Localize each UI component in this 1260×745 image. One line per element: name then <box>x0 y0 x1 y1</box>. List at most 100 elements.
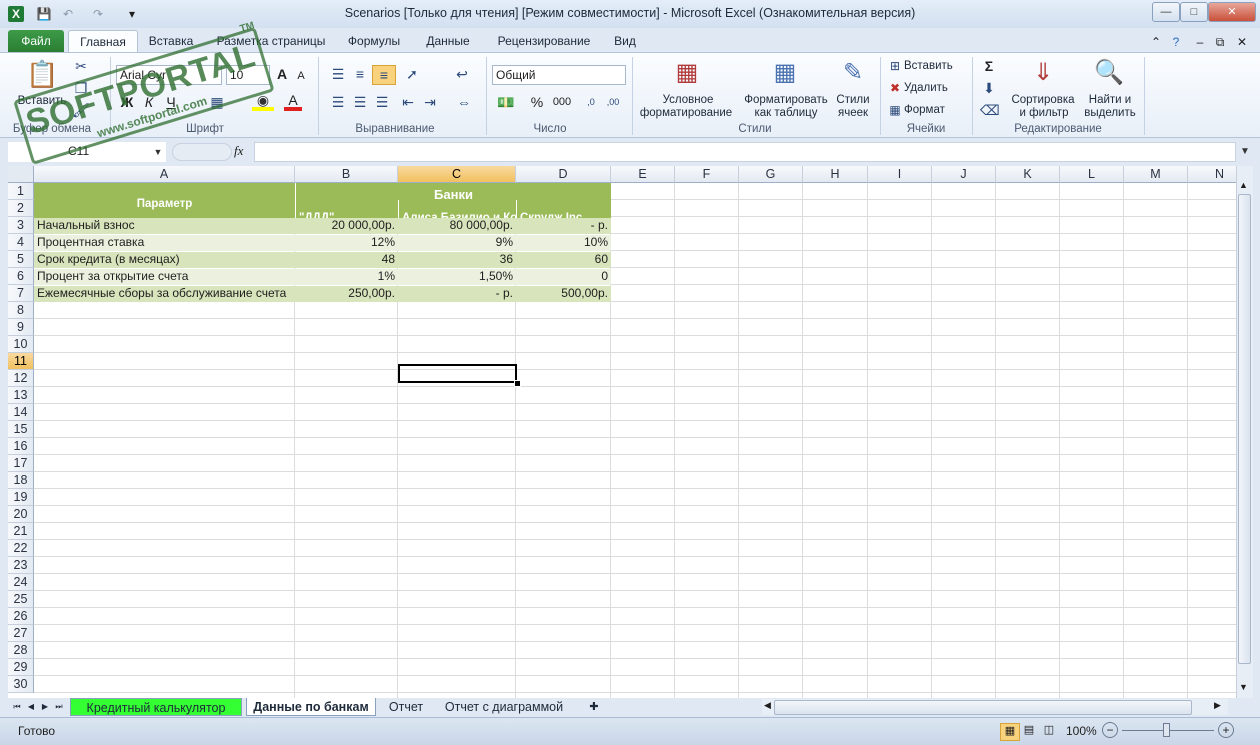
increase-indent-icon[interactable]: ⇥ <box>420 93 440 111</box>
orientation-icon[interactable]: ➚ <box>400 65 424 83</box>
row-header-5[interactable]: 5 <box>8 251 34 268</box>
paste-button[interactable]: Вставить <box>14 95 70 108</box>
bank-value[interactable]: 36 <box>398 251 516 268</box>
row-header-15[interactable]: 15 <box>8 421 34 438</box>
align-bottom-icon[interactable]: ≡ <box>372 65 396 85</box>
hscroll-thumb[interactable] <box>774 700 1192 715</box>
doc-restore-icon[interactable]: ⧉ <box>1212 34 1228 50</box>
fx-button[interactable]: fx <box>234 143 248 159</box>
sort-filter-label-1[interactable]: Сортировка <box>1006 94 1080 107</box>
sheet-tab-report-chart[interactable]: Отчет с диаграммой <box>438 698 570 716</box>
name-box-dropdown-icon[interactable]: ▼ <box>152 143 164 161</box>
scroll-thumb[interactable] <box>1238 194 1251 664</box>
row-header-18[interactable]: 18 <box>8 472 34 489</box>
doc-close-icon[interactable]: ✕ <box>1234 34 1250 50</box>
bank-value[interactable]: 1% <box>295 268 398 285</box>
tab-insert[interactable]: Вставка <box>140 32 202 52</box>
zoom-level[interactable]: 100% <box>1066 724 1097 738</box>
decrease-indent-icon[interactable]: ⇤ <box>398 93 418 111</box>
find-select-icon[interactable]: 🔍 <box>1094 57 1124 89</box>
column-header-a[interactable]: A <box>34 166 295 183</box>
grow-font-icon[interactable]: A <box>274 65 290 83</box>
bank-value[interactable]: - р. <box>398 285 516 302</box>
bank-value[interactable]: - р. <box>516 217 611 234</box>
delete-cells-icon[interactable]: ✖ <box>886 79 904 97</box>
zoom-slider-thumb[interactable] <box>1163 723 1170 737</box>
row-header-2[interactable]: 2 <box>8 200 34 217</box>
param-label[interactable]: Срок кредита (в месяцах) <box>34 251 295 268</box>
cut-icon[interactable]: ✂ <box>72 57 90 75</box>
tab-formulas[interactable]: Формулы <box>340 32 408 52</box>
insert-sheet-icon[interactable]: ✚ <box>584 698 604 716</box>
font-color-icon[interactable]: A <box>284 93 302 111</box>
bank-value[interactable]: 9% <box>398 234 516 251</box>
worksheet-grid[interactable]: ABCDEFGHIJKLMN 1 2 3 4 5 6 7 8 9 10 11 12 13 14 15 16 17… <box>8 166 1236 698</box>
column-header-b[interactable]: B <box>295 166 398 183</box>
help-icon[interactable]: ? <box>1168 34 1184 50</box>
column-header-l[interactable]: L <box>1060 166 1124 183</box>
bank-value[interactable]: 500,00р. <box>516 285 611 302</box>
hscroll-right-icon[interactable]: ▶ <box>1214 700 1221 711</box>
header-parameter[interactable]: Параметр <box>34 196 295 213</box>
name-box[interactable]: C11 <box>8 142 166 162</box>
row-header-9[interactable]: 9 <box>8 319 34 336</box>
merge-center-icon[interactable]: ⇔ <box>452 93 476 111</box>
page-layout-view-icon[interactable]: ▤ <box>1020 723 1038 739</box>
align-top-icon[interactable]: ☰ <box>328 65 348 83</box>
column-header-k[interactable]: K <box>996 166 1060 183</box>
page-break-view-icon[interactable]: ◫ <box>1040 723 1058 739</box>
scroll-down-icon[interactable]: ▼ <box>1239 682 1248 692</box>
row-header-29[interactable]: 29 <box>8 659 34 676</box>
bank-value[interactable]: 10% <box>516 234 611 251</box>
thousands-button[interactable]: 000 <box>550 93 574 111</box>
column-header-f[interactable]: F <box>675 166 739 183</box>
wrap-text-icon[interactable]: ↩ <box>452 65 472 83</box>
row-header-26[interactable]: 26 <box>8 608 34 625</box>
increase-decimal-icon[interactable]: ,0 <box>582 93 600 111</box>
row-header-23[interactable]: 23 <box>8 557 34 574</box>
find-select-label-2[interactable]: выделить <box>1078 107 1142 120</box>
font-size-select[interactable]: 10 <box>226 65 270 85</box>
bank-value[interactable]: 250,00р. <box>295 285 398 302</box>
row-header-8[interactable]: 8 <box>8 302 34 319</box>
bold-button[interactable]: Ж <box>118 93 136 111</box>
align-center-icon[interactable]: ☰ <box>350 93 370 111</box>
bank-value[interactable]: 80 000,00р. <box>398 217 516 234</box>
minimize-button[interactable]: — <box>1152 2 1180 22</box>
borders-icon[interactable]: ▦ <box>206 93 228 111</box>
copy-icon[interactable]: ❐ <box>72 79 90 97</box>
column-header-h[interactable]: H <box>803 166 868 183</box>
column-header-d[interactable]: D <box>516 166 611 183</box>
align-right-icon[interactable]: ☰ <box>372 93 392 111</box>
param-label[interactable]: Начальный взнос <box>34 217 295 234</box>
conditional-format-label-1[interactable]: Условное <box>640 94 736 107</box>
align-middle-icon[interactable]: ≡ <box>350 65 370 83</box>
conditional-format-label-2[interactable]: форматирование <box>634 107 738 120</box>
cell-styles-icon[interactable]: ✎ <box>838 57 868 89</box>
tab-review[interactable]: Рецензирование <box>490 32 598 52</box>
tab-home[interactable]: Главная <box>68 30 138 53</box>
close-button[interactable]: ✕ <box>1208 2 1256 22</box>
row-header-10[interactable]: 10 <box>8 336 34 353</box>
row-header-20[interactable]: 20 <box>8 506 34 523</box>
column-header-m[interactable]: M <box>1124 166 1188 183</box>
sort-filter-icon[interactable]: ⇓ <box>1028 57 1058 89</box>
delete-cells-button[interactable]: Удалить <box>904 82 960 95</box>
doc-minimize-icon[interactable]: – <box>1192 34 1208 50</box>
tab-page-layout[interactable]: Разметка страницы <box>212 32 330 52</box>
tab-nav-last-icon[interactable]: ⏭ <box>54 698 64 716</box>
row-header-13[interactable]: 13 <box>8 387 34 404</box>
currency-format-icon[interactable]: 💵 <box>494 93 518 111</box>
normal-view-icon[interactable]: ▦ <box>1000 723 1020 741</box>
fill-handle[interactable] <box>514 380 521 387</box>
fill-icon[interactable]: ⬇ <box>980 79 998 97</box>
row-header-14[interactable]: 14 <box>8 404 34 421</box>
header-banks[interactable]: Банки <box>296 186 611 203</box>
horizontal-scrollbar[interactable]: ◀ ▶ <box>762 699 1228 715</box>
font-name-select[interactable]: Arial Cyr <box>116 65 222 85</box>
row-header-22[interactable]: 22 <box>8 540 34 557</box>
bank-value[interactable]: 0 <box>516 268 611 285</box>
bank-value[interactable]: 1,50% <box>398 268 516 285</box>
row-header-28[interactable]: 28 <box>8 642 34 659</box>
param-label[interactable]: Процентная ставка <box>34 234 295 251</box>
